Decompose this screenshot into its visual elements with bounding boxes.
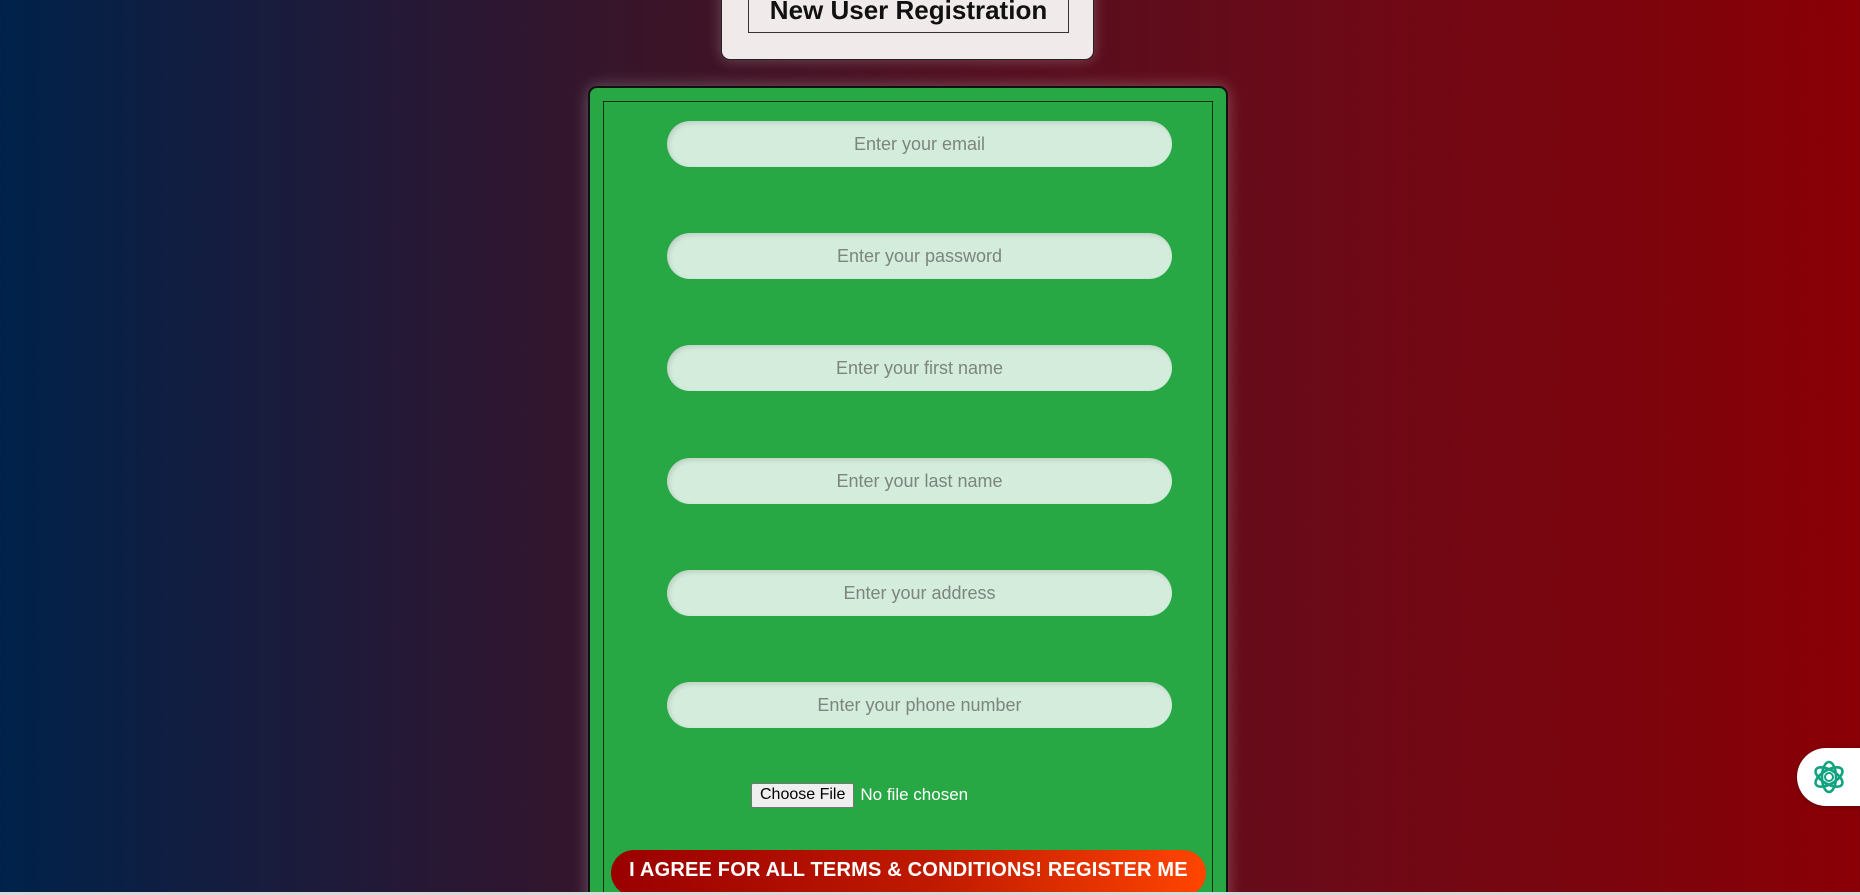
address-field[interactable] [667, 570, 1172, 616]
register-button[interactable]: I AGREE FOR ALL TERMS & CONDITIONS! REGI… [611, 850, 1206, 895]
phone-field[interactable] [667, 682, 1172, 728]
title-card: New User Registration [721, 0, 1094, 60]
assistant-launcher[interactable] [1797, 748, 1860, 806]
first-name-field[interactable] [667, 345, 1172, 391]
choose-file-button[interactable]: Choose File [751, 782, 855, 808]
title-box: New User Registration [748, 0, 1069, 33]
file-upload: Choose File No file chosen [751, 782, 968, 808]
openai-knot-icon [1814, 760, 1844, 794]
password-field[interactable] [667, 233, 1172, 279]
email-field[interactable] [667, 121, 1172, 167]
page-title: New User Registration [769, 0, 1048, 25]
file-status: No file chosen [860, 785, 969, 804]
last-name-field[interactable] [667, 458, 1172, 504]
